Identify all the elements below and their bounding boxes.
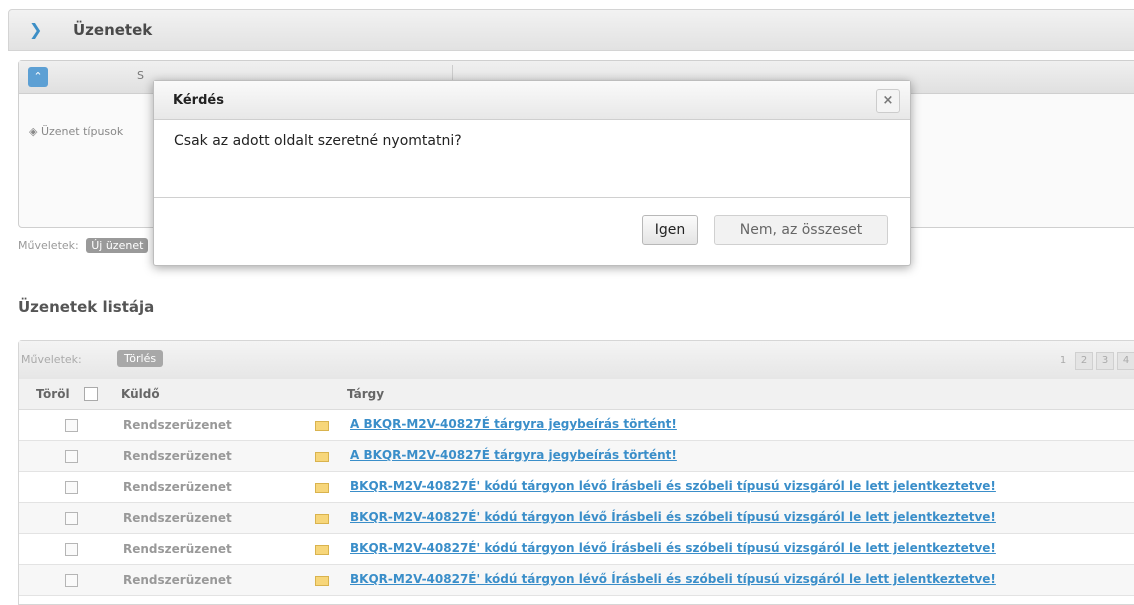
divider (154, 197, 910, 198)
no-all-button[interactable]: Nem, az összeset (714, 215, 888, 245)
confirm-dialog: Kérdés × Csak az adott oldalt szeretné n… (153, 80, 911, 266)
dialog-question: Csak az adott oldalt szeretné nyomtatni? (174, 133, 462, 149)
dialog-header: Kérdés × (154, 81, 910, 120)
dialog-title: Kérdés (173, 93, 224, 108)
close-icon[interactable]: × (876, 89, 900, 113)
yes-button[interactable]: Igen (642, 215, 698, 245)
